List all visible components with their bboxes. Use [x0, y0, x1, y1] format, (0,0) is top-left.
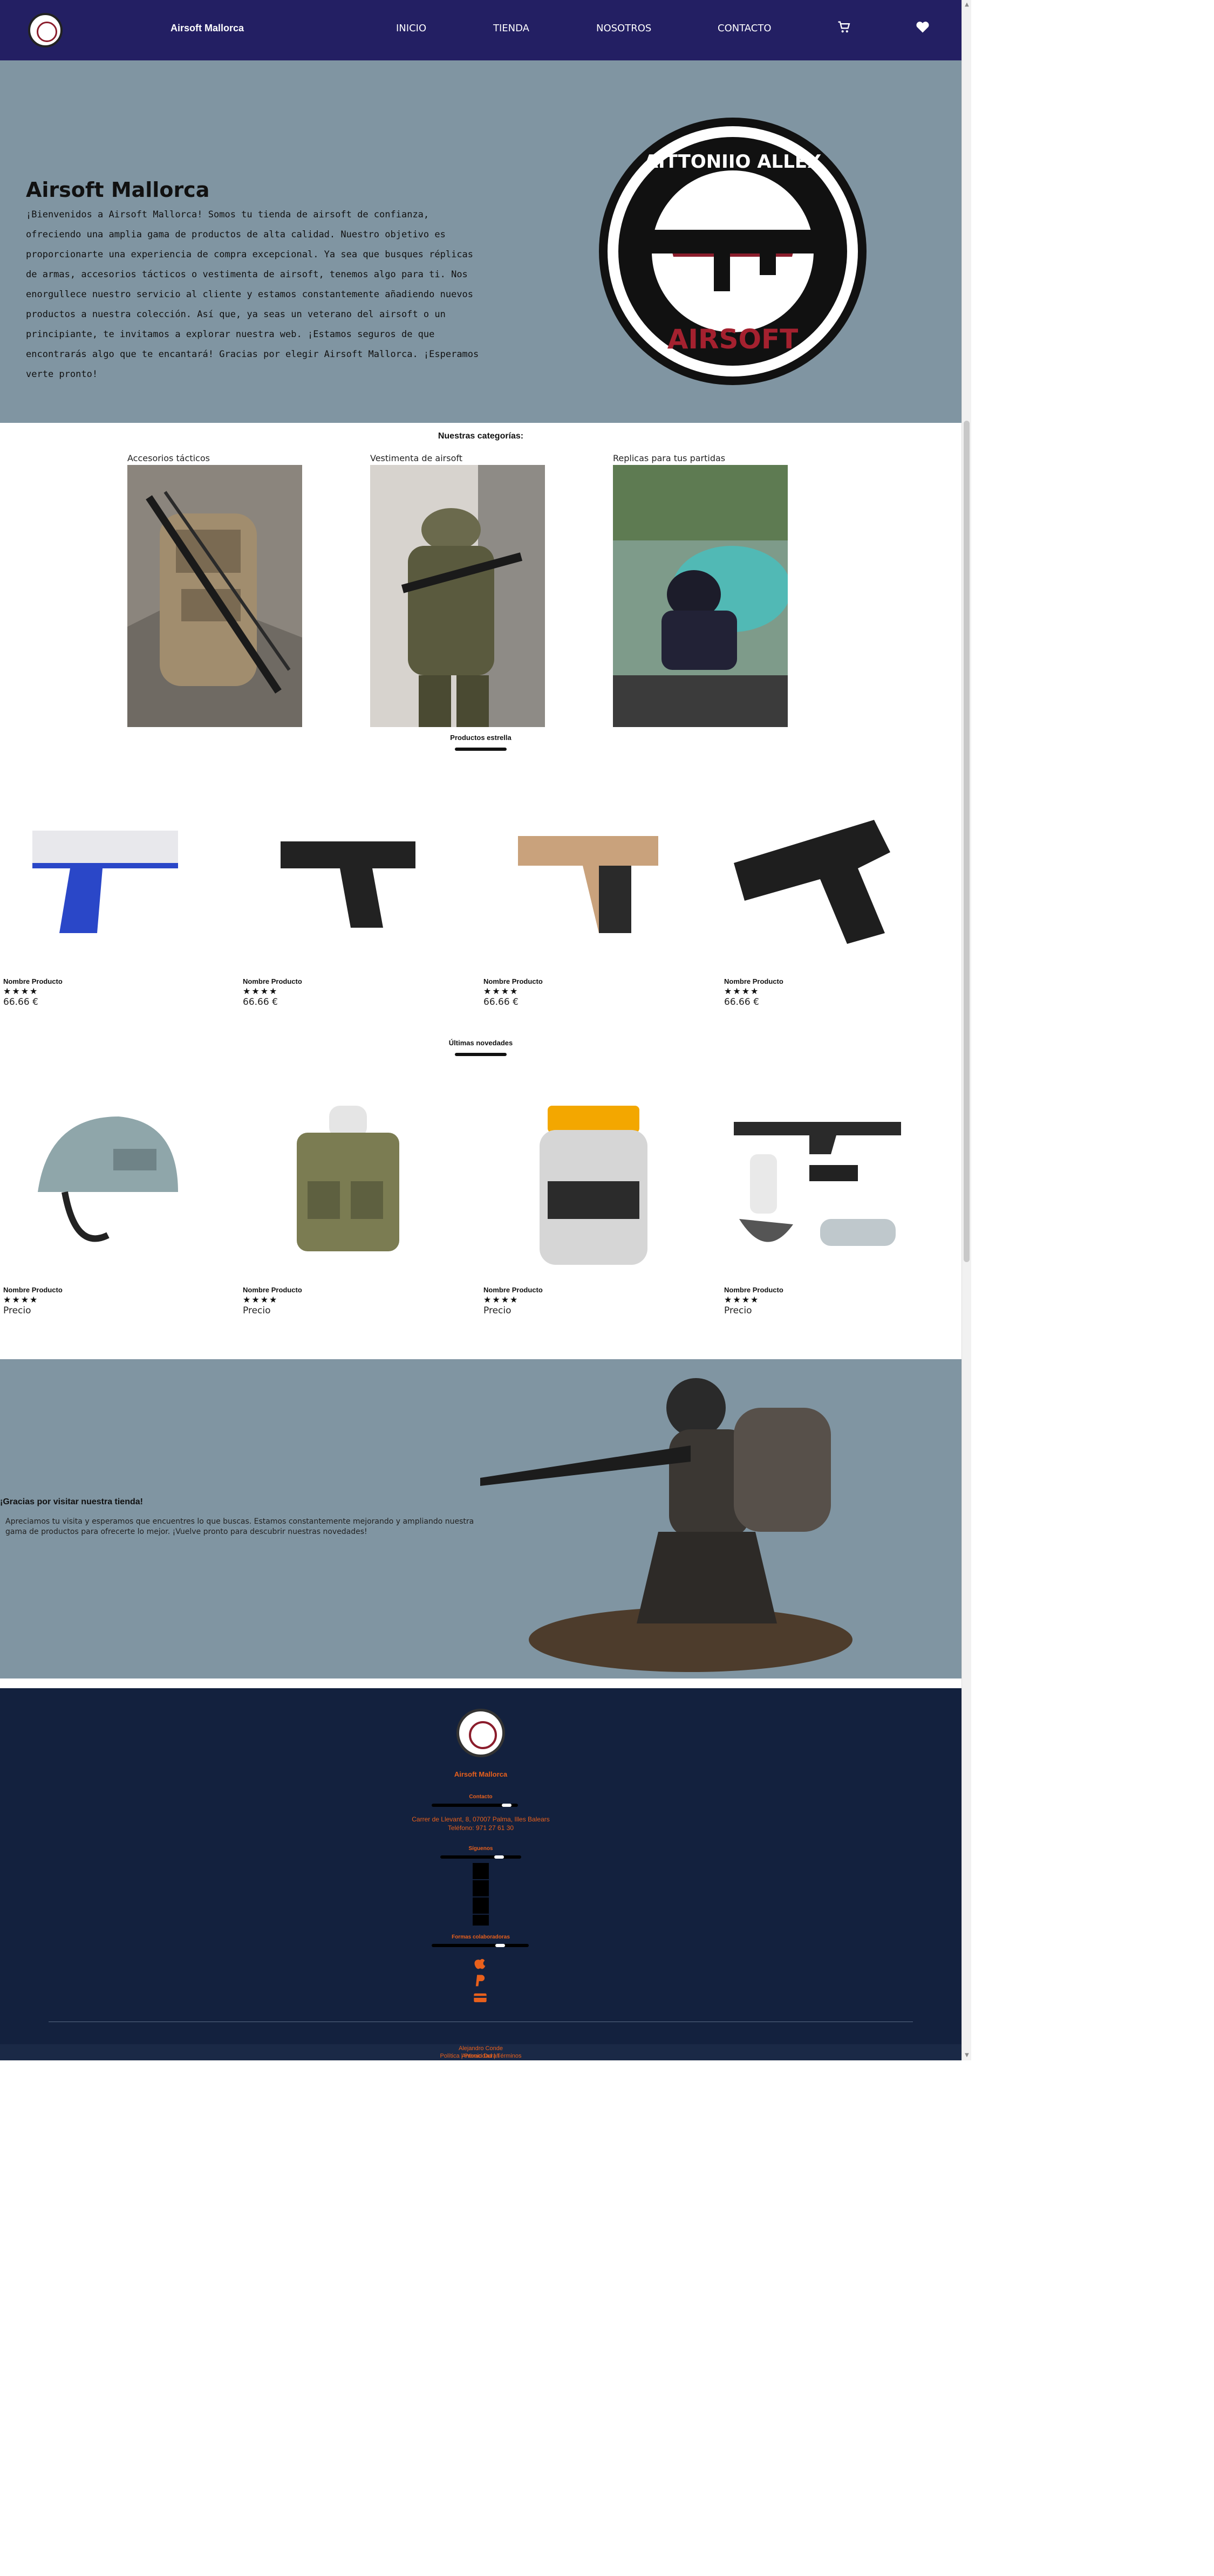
product-price: Precio: [483, 1305, 511, 1316]
paypal-icon[interactable]: [473, 1973, 488, 1988]
product-image-pistol-black[interactable]: [259, 798, 437, 971]
product-price: Precio: [243, 1305, 271, 1316]
site-header: Airsoft Mallorca INICIO TIENDA NOSOTROS …: [0, 0, 961, 60]
product-image-pistol-large[interactable]: [728, 798, 906, 971]
product-image-vest[interactable]: [259, 1100, 437, 1273]
product-image-helmet[interactable]: [16, 1100, 194, 1273]
nav-tienda[interactable]: TIENDA: [493, 23, 529, 34]
scroll-down-icon[interactable]: ▼: [962, 2051, 972, 2060]
category-label[interactable]: Replicas para tus partidas: [613, 453, 725, 463]
credit-name: Alejandro Conde: [459, 2045, 503, 2052]
product-name[interactable]: Nombre Producto: [243, 977, 302, 985]
nav-contacto[interactable]: CONTACTO: [718, 23, 772, 34]
category-label[interactable]: Vestimenta de airsoft: [370, 453, 462, 463]
page: Airsoft Mallorca INICIO TIENDA NOSOTROS …: [0, 0, 961, 2060]
footer-logo[interactable]: [456, 1709, 505, 1757]
social-divider: [440, 1855, 521, 1859]
category-image-clothing[interactable]: [370, 465, 545, 727]
categories-title: Nuestras categorías:: [438, 431, 524, 441]
payment-divider: [432, 1944, 529, 1947]
hero-title: Airsoft Mallorca: [26, 178, 210, 202]
product-image-pistol-blue[interactable]: [16, 798, 194, 971]
facebook-icon[interactable]: [473, 1880, 489, 1896]
category-label[interactable]: Accesorios tácticos: [127, 453, 210, 463]
product-name[interactable]: Nombre Producto: [483, 1286, 543, 1294]
brand-name[interactable]: Airsoft Mallorca: [170, 23, 244, 34]
heart-icon[interactable]: [915, 19, 930, 35]
product-price: 66.66 €: [483, 997, 519, 1008]
badge-top-text: AITTONIIO ALLEX: [644, 151, 822, 173]
hero-section: Airsoft Mallorca ¡Bienvenidos a Airsoft …: [0, 60, 961, 423]
product-rating: ★★★★: [3, 1294, 39, 1305]
category-image-accessories[interactable]: [127, 465, 302, 727]
product-price: 66.66 €: [243, 997, 278, 1008]
product-rating: ★★★★: [243, 986, 278, 996]
badge-number: 266: [720, 302, 745, 315]
product-image-bundle[interactable]: [728, 1095, 906, 1268]
product-image-bb-jar[interactable]: [502, 1100, 680, 1273]
latest-title: Últimas novedades: [448, 1039, 513, 1047]
product-rating: ★★★★: [483, 986, 519, 996]
hero-text: ¡Bienvenidos a Airsoft Mallorca! Somos t…: [26, 209, 479, 380]
site-logo[interactable]: [28, 13, 63, 47]
product-name[interactable]: Nombre Producto: [724, 977, 783, 985]
thanks-text: Apreciamos tu visita y esperamos que enc…: [5, 1517, 474, 1536]
airsoft-badge-logo: AITTONIIO ALLEX 266 AIRSOFT: [599, 118, 867, 385]
scroll-thumb[interactable]: [964, 421, 970, 1262]
product-name[interactable]: Nombre Producto: [3, 977, 63, 985]
scroll-up-icon[interactable]: ▲: [962, 0, 972, 10]
cart-icon[interactable]: [836, 19, 851, 35]
product-price: Precio: [724, 1305, 752, 1316]
category-image-replicas[interactable]: [613, 465, 788, 727]
footer-phone: Teléfono: 971 27 61 30: [447, 1824, 514, 1832]
apple-icon[interactable]: [473, 1956, 488, 1971]
product-name[interactable]: Nombre Producto: [483, 977, 543, 985]
thanks-title: ¡Gracias por visitar nuestra tienda!: [0, 1497, 143, 1506]
nav-inicio[interactable]: INICIO: [396, 23, 426, 34]
product-price: Precio: [3, 1305, 31, 1316]
contact-divider: [432, 1804, 518, 1807]
product-name[interactable]: Nombre Producto: [3, 1286, 63, 1294]
product-price: 66.66 €: [3, 997, 38, 1008]
product-price: 66.66 €: [724, 997, 759, 1008]
thanks-section: ¡Gracias por visitar nuestra tienda! Apr…: [0, 1359, 961, 1678]
footer-brand: Airsoft Mallorca: [454, 1770, 508, 1778]
product-name[interactable]: Nombre Producto: [724, 1286, 783, 1294]
footer-payment-title: Formas colaboradoras: [452, 1934, 510, 1940]
badge-bottom-text: AIRSOFT: [667, 324, 799, 355]
product-rating: ★★★★: [724, 986, 760, 996]
footer-legal-links[interactable]: Política | Privacidad | Términos: [0, 2053, 961, 2059]
youtube-icon[interactable]: [473, 1915, 489, 1926]
product-image-pistol-tan[interactable]: [502, 798, 680, 971]
footer-social-title: Síguenos: [468, 1846, 493, 1852]
twitter-icon[interactable]: [473, 1897, 489, 1914]
soldier-image: [480, 1378, 852, 1672]
product-rating: ★★★★: [483, 1294, 519, 1305]
card-icon[interactable]: [473, 1990, 488, 2005]
scrollbar[interactable]: ▲ ▼: [961, 0, 971, 2060]
footer-contact-title: Contacto: [469, 1794, 493, 1800]
product-rating: ★★★★: [243, 1294, 278, 1305]
featured-underline: [455, 748, 507, 751]
product-name[interactable]: Nombre Producto: [243, 1286, 302, 1294]
featured-title: Productos estrella: [450, 734, 511, 742]
product-rating: ★★★★: [724, 1294, 760, 1305]
site-footer: Airsoft Mallorca Contacto Carrer de Llev…: [0, 1688, 961, 2060]
instagram-icon[interactable]: [473, 1863, 489, 1879]
nav-nosotros[interactable]: NOSOTROS: [596, 23, 651, 34]
footer-address: Carrer de Llevant, 8, 07007 Palma, Illes…: [412, 1815, 550, 1823]
latest-underline: [455, 1053, 507, 1056]
product-rating: ★★★★: [3, 986, 39, 996]
